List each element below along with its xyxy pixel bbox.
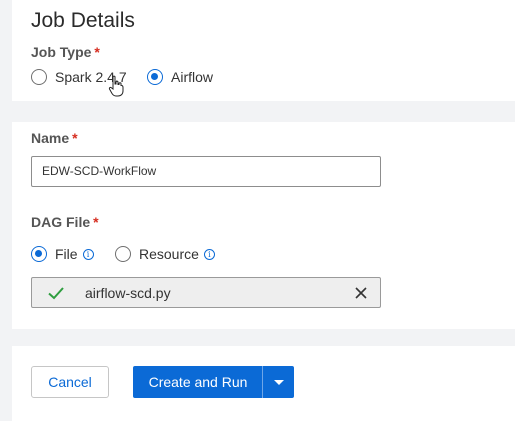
caret-down-icon: [273, 379, 284, 385]
checkmark-icon: [48, 286, 64, 299]
info-icon[interactable]: i: [203, 248, 215, 260]
radio-resource[interactable]: Resource i: [115, 246, 215, 262]
create-dropdown-button[interactable]: [262, 366, 294, 398]
required-marker: *: [93, 214, 99, 230]
cancel-button[interactable]: Cancel: [31, 366, 109, 398]
required-marker: *: [72, 130, 78, 146]
required-marker: *: [94, 44, 100, 60]
actions-card: Cancel Create and Run: [12, 346, 515, 421]
radio-file-label: File: [55, 246, 78, 262]
name-label: Name *: [31, 130, 78, 146]
radio-airflow[interactable]: Airflow: [147, 69, 213, 85]
uploaded-file-name: airflow-scd.py: [85, 284, 171, 301]
radio-resource-circle[interactable]: [115, 246, 131, 262]
radio-airflow-label: Airflow: [171, 69, 214, 85]
uploaded-file-chip: airflow-scd.py: [31, 277, 381, 308]
job-config-card: Name * EDW-SCD-WorkFlow DAG File * File i …: [12, 122, 515, 329]
close-icon[interactable]: [354, 286, 368, 300]
create-and-run-button[interactable]: Create and Run: [133, 366, 263, 398]
name-label-text: Name: [31, 130, 70, 146]
radio-file-circle[interactable]: [31, 246, 47, 262]
job-type-label-text: Job Type: [31, 44, 92, 60]
job-details-card: Job Details Job Type * Spark 2.4.7 Airflo…: [12, 0, 515, 101]
radio-spark-circle[interactable]: [31, 69, 47, 85]
job-type-label: Job Type *: [31, 44, 100, 60]
hand-cursor-icon: [108, 75, 124, 97]
radio-file[interactable]: File i: [31, 246, 94, 262]
dag-file-label-text: DAG File: [31, 214, 91, 230]
dag-file-label: DAG File *: [31, 214, 99, 230]
job-name-input[interactable]: EDW-SCD-WorkFlow: [31, 156, 381, 187]
page-title: Job Details: [31, 9, 135, 32]
radio-airflow-circle[interactable]: [147, 69, 163, 85]
info-icon[interactable]: i: [82, 248, 94, 260]
radio-resource-label: Resource: [139, 246, 199, 262]
